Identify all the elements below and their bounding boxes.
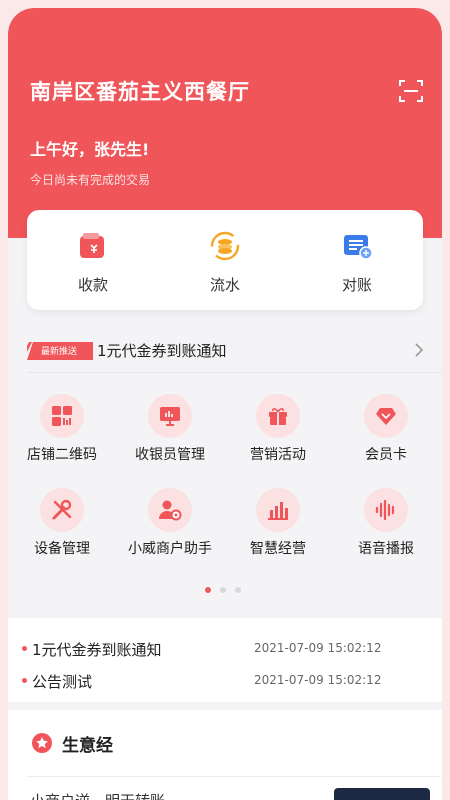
- notice-title: 1元代金券到账通知: [32, 641, 162, 659]
- bar-chart-icon: [256, 488, 300, 532]
- greeting-text: 上午好，张先生!: [30, 140, 150, 159]
- grid-item-device-management[interactable]: 设备管理: [8, 488, 116, 568]
- notice-row[interactable]: 1元代金券到账通知 2021-07-09 15:02:12: [8, 634, 442, 664]
- grid-label: 收银员管理: [135, 447, 205, 463]
- grid-item-store-qr[interactable]: 店铺二维码: [8, 394, 116, 474]
- page-indicator: [205, 587, 249, 595]
- grid-item-cashier-management[interactable]: 收银员管理: [116, 394, 224, 474]
- trade-status-text: 今日尚未有完成的交易: [30, 173, 151, 187]
- transactions-button[interactable]: 流水: [159, 210, 291, 310]
- business-section-title: 生意经: [62, 736, 113, 756]
- monitor-icon: [148, 394, 192, 438]
- grid-item-member-card[interactable]: 会员卡: [332, 394, 440, 474]
- latest-push-banner[interactable]: 最新推送 1元代金券到账通知: [27, 334, 427, 364]
- reconcile-button[interactable]: 对账: [291, 210, 423, 310]
- soundwave-icon: [364, 488, 408, 532]
- latest-push-text: 1元代金券到账通知: [97, 342, 227, 360]
- reconcile-label: 对账: [341, 276, 372, 294]
- divider: [27, 776, 441, 777]
- notice-title: 公告测试: [32, 673, 93, 691]
- grid-item-marketing[interactable]: 营销活动: [224, 394, 332, 474]
- grid-label: 营销活动: [250, 447, 306, 463]
- coins-flow-icon: [209, 230, 241, 262]
- grid-item-merchant-assistant[interactable]: 小威商户助手: [116, 488, 224, 568]
- chevron-right-icon: [413, 342, 425, 358]
- grid-label: 设备管理: [34, 541, 90, 557]
- notice-time: 2021-07-09 15:02:12: [254, 641, 382, 655]
- header-banner: 南岸区番茄主义西餐厅 上午好，张先生! 今日尚未有完成的交易: [8, 8, 442, 238]
- page-dot[interactable]: [220, 587, 226, 593]
- quick-actions-card: 收款 流水 对账: [27, 210, 423, 310]
- collect-payment-button[interactable]: 收款: [27, 210, 159, 310]
- tools-icon: [40, 488, 84, 532]
- bullet-dot: [22, 646, 27, 651]
- bullet-dot: [22, 678, 27, 683]
- transactions-label: 流水: [209, 276, 240, 294]
- notice-row[interactable]: 公告测试 2021-07-09 15:02:12: [8, 666, 442, 696]
- notice-time: 2021-07-09 15:02:12: [254, 673, 382, 687]
- reconcile-icon: [341, 230, 373, 262]
- business-section: 生意经 小商户逆…明天转账: [8, 710, 442, 800]
- gift-icon: [256, 394, 300, 438]
- divider: [27, 372, 441, 373]
- page-dot-active[interactable]: [205, 587, 211, 593]
- diamond-icon: [364, 394, 408, 438]
- page-dot[interactable]: [235, 587, 241, 593]
- app-screen: 南岸区番茄主义西餐厅 上午好，张先生! 今日尚未有完成的交易 收款 流水 对账 …: [8, 8, 442, 800]
- grid-item-smart-business[interactable]: 智慧经营: [224, 488, 332, 568]
- qr-grid-icon: [40, 394, 84, 438]
- grid-label: 语音播报: [358, 541, 414, 557]
- star-badge-icon: [32, 733, 52, 753]
- user-gear-icon: [148, 488, 192, 532]
- grid-item-voice-broadcast[interactable]: 语音播报: [332, 488, 440, 568]
- article-thumbnail[interactable]: [334, 788, 430, 800]
- scan-icon[interactable]: [398, 78, 424, 104]
- latest-push-tag: 最新推送: [27, 342, 93, 360]
- grid-label: 智慧经营: [250, 541, 306, 557]
- grid-label: 会员卡: [365, 447, 407, 463]
- grid-label: 小威商户助手: [128, 541, 212, 557]
- notice-list: 1元代金券到账通知 2021-07-09 15:02:12 公告测试 2021-…: [8, 618, 442, 702]
- latest-push-tag-label: 最新推送: [41, 347, 78, 357]
- store-name[interactable]: 南岸区番茄主义西餐厅: [30, 76, 250, 106]
- wallet-icon: [77, 230, 109, 262]
- article-title[interactable]: 小商户逆…明天转账: [30, 790, 165, 800]
- grid-label: 店铺二维码: [27, 447, 97, 463]
- collect-payment-label: 收款: [77, 276, 108, 294]
